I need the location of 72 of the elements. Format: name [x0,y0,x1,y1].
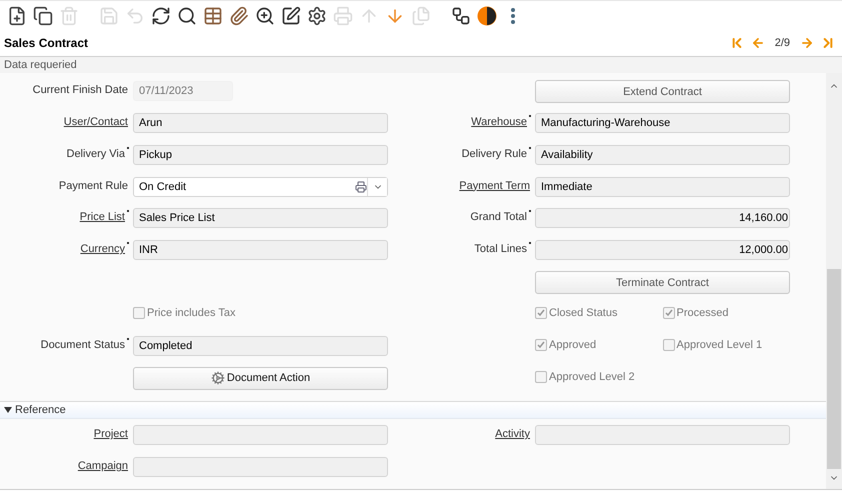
documents-icon [411,6,431,26]
field-link-label[interactable]: Payment Term [459,180,530,192]
input-field[interactable]: Availability [535,144,790,165]
status-message: Data requeried [4,59,77,71]
save-icon [99,6,119,26]
field-label: Payment Rule [58,180,128,192]
settings-icon [307,6,327,26]
input-field[interactable]: Manufacturing-Warehouse [535,112,790,133]
zoom-icon [255,6,275,26]
dropdown-button[interactable] [367,178,387,196]
refresh-icon [151,6,171,26]
contract-button[interactable]: Extend Contract [535,80,790,103]
field-label: Grand Total [470,211,530,224]
scrollbar[interactable] [826,73,842,489]
checkbox[interactable]: Processed [662,307,790,320]
field-label: Current Finish Date [32,84,128,96]
select-field[interactable]: On Credit [133,176,388,197]
undo-icon [125,6,145,26]
field-link-label[interactable]: Price List [80,211,128,224]
delete-icon [59,6,79,26]
field-label: Delivery Via [66,148,128,160]
field-label: Delivery Rule [462,148,530,160]
printer-icon [355,180,367,193]
arrow-right-icon [800,36,814,50]
copy-icon [33,6,53,26]
check-icon [537,309,545,318]
input-field[interactable]: Arun [133,112,388,133]
field-link-label[interactable]: Project [94,428,128,440]
input-field[interactable]: INR [133,240,388,260]
input-field[interactable]: 14,160.00 [535,208,790,228]
checkbox[interactable]: Approved Level 1 [662,338,790,351]
gear-icon [210,371,225,386]
field-label: Total Lines [474,243,530,256]
window-title: Sales Contract [4,36,88,50]
more-icon [511,8,515,24]
input-field[interactable]: 12,000.00 [535,240,790,260]
record-counter: 2/9 [774,37,790,49]
grid-icon [203,6,223,26]
search-icon [177,6,197,26]
input-field[interactable]: Pickup [133,144,388,165]
logo-icon [477,6,497,26]
input-field[interactable] [133,457,388,478]
caret-icon [4,406,12,413]
note-edit-icon [281,6,301,26]
check-icon [537,340,545,349]
input-field[interactable]: Sales Price List [133,208,388,228]
field-link-label[interactable]: User/Contact [64,116,128,128]
input-field[interactable] [133,425,388,446]
workflow-icon [451,6,471,26]
document-action-button[interactable]: Document Action [133,366,388,390]
field-link-label[interactable]: Activity [495,428,530,440]
contract-button[interactable]: Terminate Contract [535,271,790,294]
input-field[interactable]: Completed [133,336,388,356]
new-record-icon [7,6,27,26]
field-link-label[interactable]: Campaign [78,460,128,472]
section-header[interactable]: Reference [0,400,826,420]
previous-button[interactable] [750,36,765,50]
input-field[interactable]: Immediate [535,176,790,197]
field-link-label[interactable]: Currency [80,243,128,256]
checkbox[interactable]: Approved [535,338,662,351]
field-label: Document Status [40,338,128,351]
field-link-label[interactable]: Warehouse [471,116,530,128]
print-icon [333,6,353,26]
input-field[interactable]: 07/11/2023 [133,81,233,101]
check-icon [664,309,672,318]
paperclip-icon [229,6,249,26]
checkbox[interactable]: Approved Level 2 [535,370,666,383]
checkbox[interactable]: Closed Status [535,307,662,320]
checkbox[interactable]: Price includes Tax [133,307,264,320]
splitter-bar[interactable] [0,489,842,496]
input-field[interactable] [535,425,790,446]
next-button[interactable] [800,36,814,50]
